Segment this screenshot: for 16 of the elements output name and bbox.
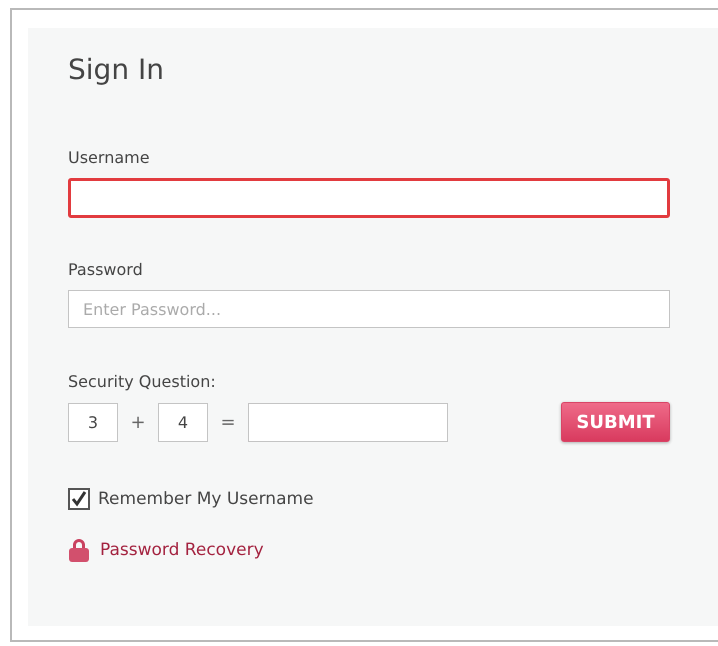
number-display: 3 [68, 402, 118, 442]
field-label: Username [68, 148, 151, 168]
number-display: 4 [158, 402, 208, 442]
equals-sign: = [219, 412, 237, 432]
username-field[interactable] [68, 178, 670, 218]
form-title: Sign In [68, 52, 165, 88]
password-recovery-link[interactable]: Password Recovery [68, 538, 264, 562]
field-label: Security Question: [68, 372, 217, 392]
checkbox-label: Remember My Username [98, 489, 314, 509]
checkbox[interactable] [68, 488, 90, 510]
field-label: Password [68, 260, 144, 280]
lock-icon [68, 538, 90, 562]
submit-button[interactable]: SUBMIT [561, 402, 670, 442]
operator-sign: + [129, 412, 147, 432]
password-field[interactable]: Enter Password... [68, 290, 670, 328]
answer-field[interactable] [248, 402, 448, 442]
